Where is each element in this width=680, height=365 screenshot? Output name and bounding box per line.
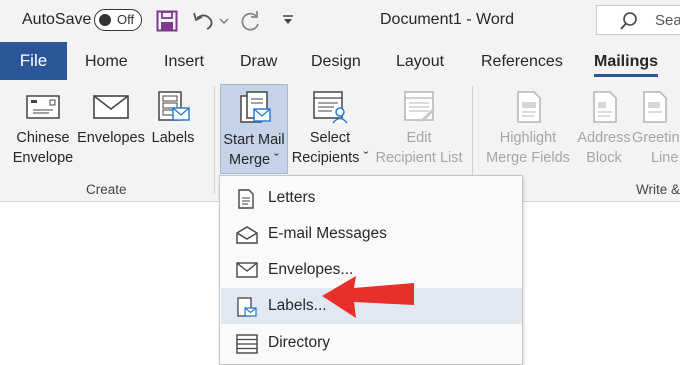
menu-item-directory[interactable]: Directory	[221, 325, 522, 361]
highlight-merge-fields-label-1: Highlight	[499, 130, 557, 146]
highlight-merge-fields-icon	[517, 91, 541, 123]
email-icon	[236, 226, 258, 244]
autosave-label: AutoSave	[22, 11, 92, 28]
undo-dropdown-icon[interactable]	[219, 17, 229, 25]
menu-item-label: Directory	[268, 334, 331, 351]
document-title: Document1 - Word	[380, 11, 514, 28]
customize-toolbar-icon[interactable]	[281, 14, 295, 26]
labels-icon	[237, 297, 257, 317]
tab-layout[interactable]: Layout	[396, 53, 444, 71]
search-placeholder: Sea	[655, 12, 680, 29]
chinese-envelope-icon	[26, 95, 60, 119]
autosave-toggle[interactable]: Off	[94, 9, 142, 31]
highlight-merge-fields-label-2: Merge Fields	[486, 150, 570, 166]
envelopes-label: Envelopes	[77, 130, 145, 146]
select-recipients-icon	[313, 91, 348, 124]
start-mail-merge-button[interactable]: Start Mail Merge ˇ	[220, 84, 288, 174]
tab-insert[interactable]: Insert	[164, 53, 204, 71]
menu-item-email-messages[interactable]: E-mail Messages	[221, 216, 522, 252]
save-icon[interactable]	[156, 10, 178, 32]
labels-label: Labels	[151, 130, 195, 146]
select-recipients-label-1: Select	[309, 130, 351, 146]
address-block-label-2: Block	[586, 150, 622, 166]
letter-icon	[238, 189, 254, 209]
edit-recipient-list-button[interactable]: Edit Recipient List	[372, 90, 466, 168]
labels-icon	[158, 91, 190, 121]
write-group-label: Write &	[636, 182, 680, 197]
greeting-line-button[interactable]: Greetin Line	[632, 90, 680, 168]
chinese-envelope-label-1: Chinese	[16, 130, 70, 146]
address-block-icon	[593, 91, 617, 123]
envelope-icon	[236, 262, 258, 278]
tab-mailings-label: Mailings	[594, 53, 659, 70]
redo-icon[interactable]	[238, 10, 262, 34]
greeting-line-label-2: Line	[651, 150, 679, 166]
tab-home[interactable]: Home	[85, 53, 128, 71]
search-icon	[620, 12, 637, 30]
greeting-line-label-1: Greetin	[632, 130, 680, 146]
tab-references[interactable]: References	[481, 53, 563, 71]
address-block-button[interactable]: Address Block	[573, 90, 635, 168]
tab-design[interactable]: Design	[311, 53, 361, 71]
autosave-state: Off	[117, 12, 135, 27]
tab-file[interactable]: File	[0, 42, 67, 80]
highlight-merge-fields-button[interactable]: Highlight Merge Fields	[480, 90, 576, 168]
select-recipients-label-2: Recipients ˇ	[291, 150, 369, 166]
menu-item-label: E-mail Messages	[268, 225, 387, 242]
greeting-line-icon	[643, 91, 667, 123]
title-bar: AutoSave Off Document1 - Word Sea	[0, 0, 680, 42]
edit-recipient-list-label-2: Recipient List	[375, 150, 463, 166]
red-arrow-annotation	[322, 276, 414, 318]
undo-icon[interactable]	[191, 10, 215, 32]
search-box[interactable]: Sea	[596, 5, 680, 35]
ribbon-separator	[214, 86, 215, 194]
active-tab-underline	[594, 74, 659, 77]
edit-recipient-list-icon	[404, 91, 435, 122]
select-recipients-button[interactable]: Select Recipients ˇ	[287, 90, 373, 168]
envelopes-button[interactable]: Envelopes	[76, 90, 146, 148]
menu-item-letters[interactable]: Letters	[221, 180, 522, 216]
ribbon-tabs: File Home Insert Draw Design Layout Refe…	[0, 42, 680, 80]
chinese-envelope-button[interactable]: Chinese Envelope	[8, 90, 78, 168]
start-mail-merge-label-1: Start Mail	[223, 132, 285, 148]
tab-draw[interactable]: Draw	[240, 53, 277, 71]
labels-button[interactable]: Labels	[148, 90, 198, 148]
address-block-label-1: Address	[577, 130, 631, 146]
chinese-envelope-label-2: Envelope	[12, 150, 74, 166]
directory-icon	[236, 334, 258, 354]
toggle-knob	[99, 14, 111, 26]
start-mail-merge-icon	[240, 91, 271, 123]
start-mail-merge-label-2: Merge ˇ	[229, 152, 279, 168]
edit-recipient-list-label-1: Edit	[406, 130, 432, 146]
create-group-label: Create	[86, 182, 127, 197]
tab-mailings[interactable]: Mailings	[594, 53, 659, 77]
menu-item-label: Letters	[268, 189, 316, 206]
envelope-icon	[93, 95, 129, 119]
